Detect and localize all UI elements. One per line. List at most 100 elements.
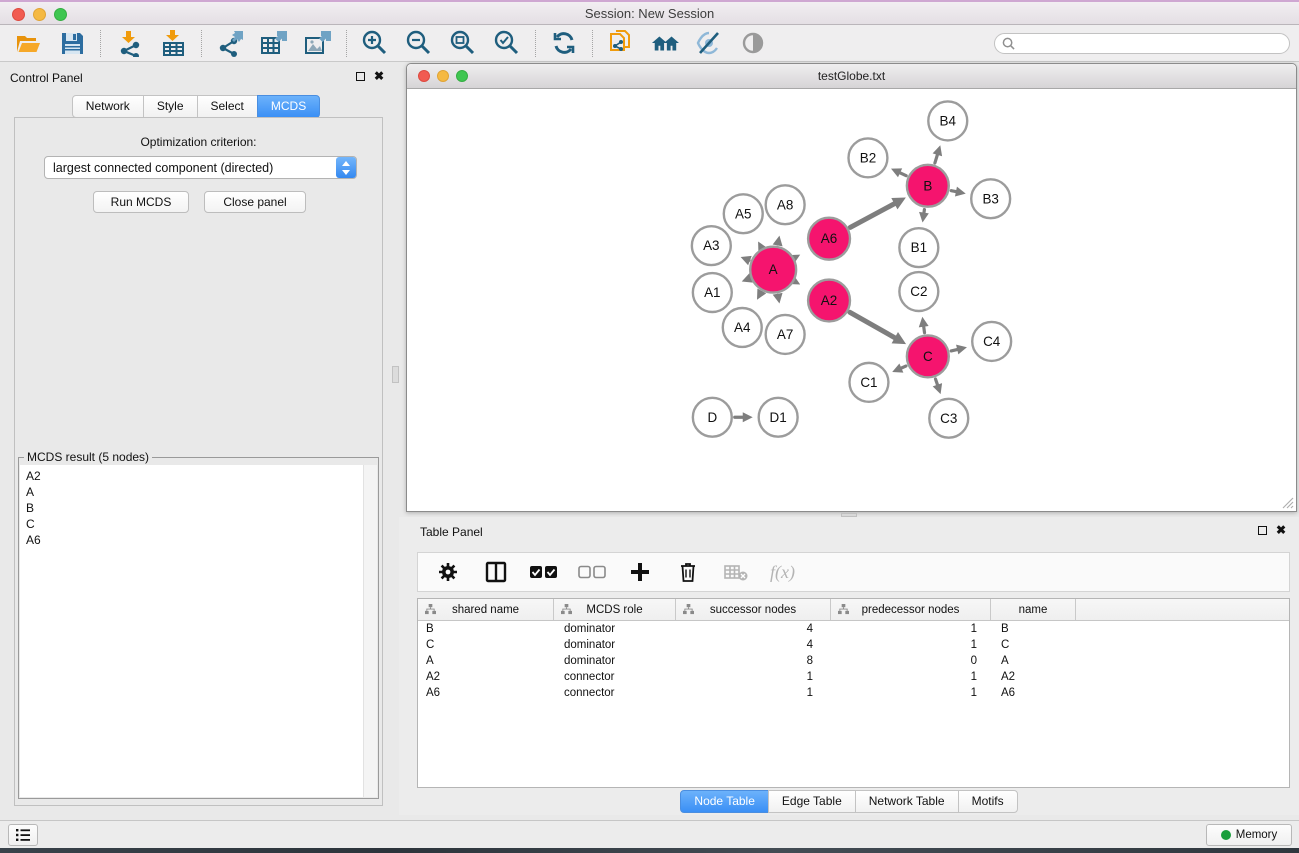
column-header-name[interactable]: name: [991, 599, 1076, 620]
copy-network-icon[interactable]: [607, 29, 635, 57]
network-graph-canvas[interactable]: B4 B2 B B3 A8A5 A6 A3 B1 A A1 C2 A2 A4A7 C4 C C1 C3 D D1: [408, 89, 1295, 511]
tab-node-table[interactable]: Node Table: [680, 790, 769, 813]
tab-network-table[interactable]: Network Table: [855, 790, 959, 813]
delete-table-icon[interactable]: [722, 558, 750, 586]
tab-mcds[interactable]: MCDS: [257, 95, 320, 118]
graph-node-B[interactable]: B: [907, 165, 949, 207]
graph-edge-C-C3[interactable]: [933, 379, 942, 394]
save-session-icon[interactable]: [58, 29, 86, 57]
zoom-selected-icon[interactable]: [493, 29, 521, 57]
graph-node-B2[interactable]: B2: [848, 138, 887, 177]
table-row[interactable]: Bdominator41B: [418, 621, 1289, 637]
export-image-icon[interactable]: [304, 29, 332, 57]
zoom-fit-icon[interactable]: [449, 29, 477, 57]
refresh-icon[interactable]: [550, 29, 578, 57]
mcds-result-item[interactable]: A2: [26, 468, 377, 484]
scrollbar-track[interactable]: [363, 465, 377, 797]
table-row[interactable]: A2connector11A2: [418, 669, 1289, 685]
graph-edge-B-B4[interactable]: [933, 145, 942, 163]
graph-edge-C-C1[interactable]: [892, 363, 906, 372]
graph-edge-B-B1[interactable]: [919, 210, 929, 223]
columns-icon[interactable]: [482, 558, 510, 586]
zoom-in-icon[interactable]: [361, 29, 389, 57]
graph-node-A3[interactable]: A3: [692, 226, 731, 265]
graph-node-C[interactable]: C: [907, 335, 949, 377]
vertical-splitter-handle[interactable]: [392, 366, 399, 383]
node-table[interactable]: shared nameMCDS rolesuccessor nodesprede…: [417, 598, 1290, 788]
open-session-icon[interactable]: [14, 29, 42, 57]
export-network-icon[interactable]: [216, 29, 244, 57]
graph-edge-C-C2[interactable]: [919, 317, 929, 333]
graph-node-A2[interactable]: A2: [808, 280, 850, 322]
resize-grip-icon[interactable]: [1282, 497, 1294, 509]
graph-node-A4[interactable]: A4: [723, 308, 762, 347]
hide-details-icon[interactable]: [695, 29, 723, 57]
graph-node-D[interactable]: D: [693, 398, 732, 437]
graph-edge-B-B3[interactable]: [951, 187, 965, 197]
graph-node-C2[interactable]: C2: [899, 272, 938, 311]
close-panel-button[interactable]: Close panel: [204, 191, 306, 213]
mcds-result-item[interactable]: C: [26, 516, 377, 532]
graph-node-C1[interactable]: C1: [849, 363, 888, 402]
float-table-panel-icon[interactable]: [1258, 526, 1267, 535]
run-mcds-button[interactable]: Run MCDS: [93, 191, 189, 213]
graph-node-B4[interactable]: B4: [928, 101, 967, 140]
graph-edge-A-A8[interactable]: [773, 236, 783, 247]
neighbors-icon[interactable]: [651, 29, 679, 57]
float-panel-icon[interactable]: [356, 72, 365, 81]
delete-row-icon[interactable]: [674, 558, 702, 586]
mcds-result-item[interactable]: A6: [26, 532, 377, 548]
tab-motifs[interactable]: Motifs: [958, 790, 1018, 813]
tab-select[interactable]: Select: [197, 95, 258, 118]
graph-edge-A6-B[interactable]: [850, 198, 906, 228]
close-table-panel-icon[interactable]: ✖: [1276, 525, 1286, 535]
table-row[interactable]: Cdominator41C: [418, 637, 1289, 653]
column-header-shared-name[interactable]: shared name: [418, 599, 554, 620]
table-row[interactable]: Adominator80A: [418, 653, 1289, 669]
graph-node-A1[interactable]: A1: [693, 273, 732, 312]
close-panel-icon[interactable]: ✖: [374, 71, 384, 81]
settings-icon[interactable]: [434, 558, 462, 586]
function-builder-icon[interactable]: f(x): [770, 562, 795, 583]
graph-node-D1[interactable]: D1: [759, 398, 798, 437]
search-box[interactable]: [994, 33, 1290, 54]
graph-node-B1[interactable]: B1: [899, 228, 938, 267]
column-header-successor-nodes[interactable]: successor nodes: [676, 599, 831, 620]
memory-button[interactable]: Memory: [1206, 824, 1292, 846]
graph-edge-D-D1[interactable]: [735, 412, 753, 422]
column-header-predecessor-nodes[interactable]: predecessor nodes: [831, 599, 991, 620]
graph-edge-A-A7[interactable]: [773, 293, 783, 304]
mcds-result-list[interactable]: A2ABCA6: [20, 465, 377, 797]
deselect-all-icon[interactable]: [578, 558, 606, 586]
mcds-result-item[interactable]: B: [26, 500, 377, 516]
network-window-titlebar[interactable]: testGlobe.txt: [407, 64, 1296, 89]
graph-node-A[interactable]: A: [750, 247, 796, 293]
search-input[interactable]: [1019, 35, 1289, 51]
graph-node-A8[interactable]: A8: [766, 185, 805, 224]
tab-style[interactable]: Style: [143, 95, 198, 118]
network-view-window[interactable]: testGlobe.txt B4 B2 B B3 A8A5 A6 A3 B1 A A1 C2 A2 A4…: [406, 63, 1297, 512]
criterion-dropdown[interactable]: largest connected component (directed): [44, 156, 357, 179]
tab-edge-table[interactable]: Edge Table: [768, 790, 856, 813]
column-header-MCDS-role[interactable]: MCDS role: [554, 599, 676, 620]
graph-node-A6[interactable]: A6: [808, 218, 850, 260]
tab-network[interactable]: Network: [72, 95, 144, 118]
table-row[interactable]: A6connector11A6: [418, 685, 1289, 701]
export-table-icon[interactable]: [260, 29, 288, 57]
graph-node-A7[interactable]: A7: [766, 315, 805, 354]
zoom-out-icon[interactable]: [405, 29, 433, 57]
graph-node-C4[interactable]: C4: [972, 322, 1011, 361]
task-history-button[interactable]: [8, 824, 38, 846]
eye-icon[interactable]: [739, 29, 767, 57]
graph-edge-C-C4[interactable]: [951, 345, 967, 355]
graph-node-B3[interactable]: B3: [971, 179, 1010, 218]
import-table-icon[interactable]: [159, 29, 187, 57]
graph-node-A5[interactable]: A5: [724, 194, 763, 233]
graph-edge-A2-C[interactable]: [850, 312, 906, 344]
import-network-icon[interactable]: [115, 29, 143, 57]
add-row-icon[interactable]: [626, 558, 654, 586]
mcds-result-item[interactable]: A: [26, 484, 377, 500]
graph-edge-B-B2[interactable]: [891, 168, 906, 177]
graph-node-C3[interactable]: C3: [929, 399, 968, 438]
select-all-icon[interactable]: [530, 558, 558, 586]
